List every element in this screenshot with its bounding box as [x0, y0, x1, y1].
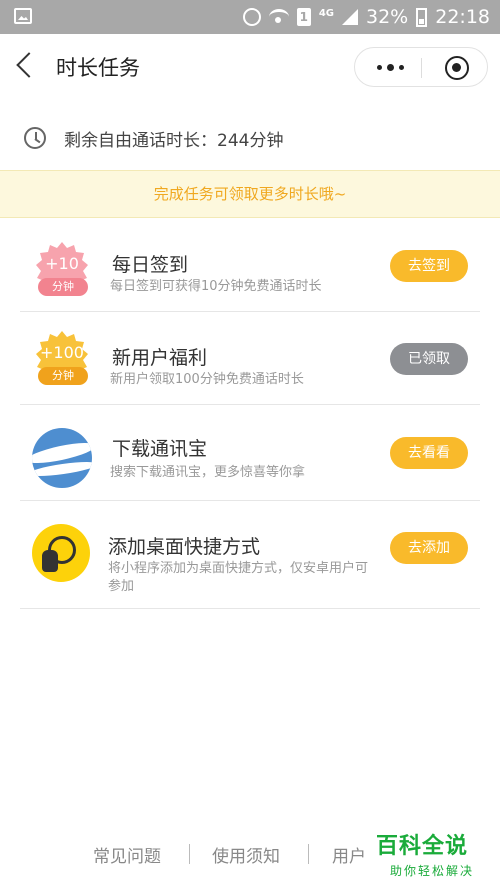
- status-icons: 1 4G 32% 22:18: [242, 4, 490, 30]
- plus10-seal-icon: +10 分钟: [34, 240, 96, 302]
- nav-bar: 时长任务: [0, 34, 500, 100]
- badge-value: +100: [40, 343, 84, 362]
- status-bar: 1 4G 32% 22:18: [0, 0, 500, 34]
- task-item-daily-signin: +10 分钟 每日签到 每日签到可获得10分钟免费通话时长 去签到: [20, 230, 480, 312]
- watermark-title: 百科全说: [376, 834, 469, 859]
- remaining-time-row: 剩余自由通话时长：244分钟: [24, 122, 283, 154]
- page-title: 时长任务: [56, 56, 140, 80]
- alarm-icon: [242, 8, 261, 26]
- add-shortcut-button[interactable]: 去添加: [390, 532, 468, 564]
- remaining-time-text: 剩余自由通话时长：244分钟: [64, 130, 284, 151]
- task-title: 添加桌面快捷方式: [108, 536, 261, 558]
- capsule-divider: [421, 58, 422, 78]
- signin-button[interactable]: 去签到: [390, 250, 468, 282]
- task-description: 新用户领取100分钟免费通话时长: [110, 372, 304, 387]
- task-item-download: 下载通讯宝 搜索下载通讯宝，更多惊喜等你拿 去看看: [20, 406, 480, 501]
- clock-time: 22:18: [435, 6, 490, 28]
- view-button[interactable]: 去看看: [390, 437, 468, 469]
- task-title: 新用户福利: [112, 347, 208, 369]
- close-miniprogram-icon[interactable]: [445, 56, 469, 80]
- faq-link[interactable]: 常见问题: [93, 842, 161, 867]
- battery-icon: [416, 7, 428, 27]
- task-item-new-user: +100 分钟 新用户福利 新用户领取100分钟免费通话时长 已领取: [20, 313, 480, 405]
- signal-icon: [342, 9, 358, 25]
- task-hint-banner: 完成任务可领取更多时长哦~: [0, 170, 500, 218]
- task-title: 每日签到: [112, 254, 189, 276]
- task-description: 每日签到可获得10分钟免费通话时长: [110, 279, 322, 294]
- sim-icon: 1: [296, 8, 311, 26]
- terms-link[interactable]: 使用须知: [212, 842, 280, 867]
- network-type-label: 4G: [318, 7, 334, 19]
- globe-app-icon: [32, 428, 92, 488]
- watermark-subtitle: 助你轻松解决: [389, 864, 474, 878]
- task-description: 搜索下载通讯宝，更多惊喜等你拿: [110, 465, 306, 480]
- shortcut-app-icon: [32, 524, 90, 582]
- user-link[interactable]: 用户: [332, 842, 366, 867]
- clock-icon: [24, 127, 46, 149]
- task-title: 下载通讯宝: [112, 438, 208, 460]
- task-description: 将小程序添加为桌面快捷方式，仅安卓用户可参加: [108, 561, 369, 594]
- footer-divider: [308, 844, 309, 864]
- gallery-notification-icon: [14, 8, 32, 24]
- wifi-icon: [268, 9, 289, 25]
- footer-divider: [189, 844, 190, 864]
- miniprogram-capsule: [354, 47, 488, 87]
- task-item-shortcut: 添加桌面快捷方式 将小程序添加为桌面快捷方式，仅安卓用户可参加 去添加: [20, 502, 480, 609]
- battery-percent: 32%: [366, 6, 409, 28]
- badge-tag: 分钟: [38, 367, 88, 385]
- watermark-logo: 百科全说 助你轻松解决: [376, 828, 488, 879]
- back-arrow-icon[interactable]: [16, 52, 42, 78]
- claimed-button[interactable]: 已领取: [390, 343, 468, 375]
- plus100-seal-icon: +100 分钟: [34, 329, 96, 391]
- badge-value: +10: [45, 254, 79, 273]
- more-menu-icon[interactable]: [377, 64, 404, 71]
- badge-tag: 分钟: [38, 278, 88, 296]
